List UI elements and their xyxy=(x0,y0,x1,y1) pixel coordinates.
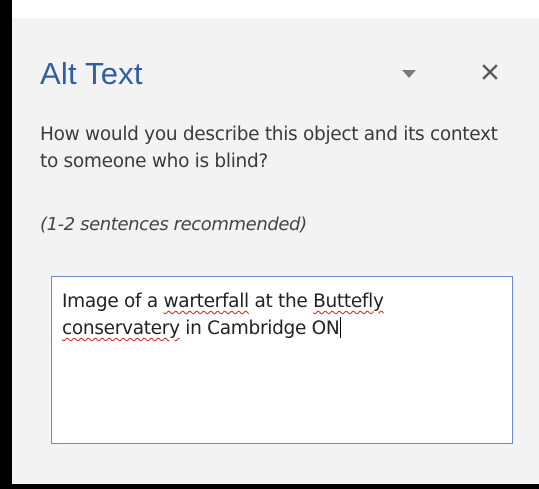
misspelled-word: warterfall xyxy=(163,291,249,312)
close-icon[interactable] xyxy=(478,60,502,84)
misspelled-word: conservatery xyxy=(62,318,180,339)
pane-title: Alt Text xyxy=(40,56,143,91)
text-segment: Image of a xyxy=(62,291,164,312)
text-segment: at the xyxy=(248,291,314,312)
chevron-down-icon[interactable] xyxy=(400,67,418,81)
chevron-down-glyph xyxy=(402,70,416,78)
alt-text-input[interactable]: Image of a warterfall at the Buttefly co… xyxy=(51,276,513,444)
alt-text-value: Image of a warterfall at the Buttefly co… xyxy=(62,291,384,339)
recommendation-note: (1-2 sentences recommended) xyxy=(40,214,307,235)
pane-description: How would you describe this object and i… xyxy=(40,124,498,172)
document-background-strip xyxy=(12,0,539,18)
text-segment: in Cambridge ON xyxy=(179,318,340,339)
close-glyph xyxy=(482,64,498,80)
misspelled-word: Buttefly xyxy=(313,291,384,312)
text-caret xyxy=(340,317,342,338)
